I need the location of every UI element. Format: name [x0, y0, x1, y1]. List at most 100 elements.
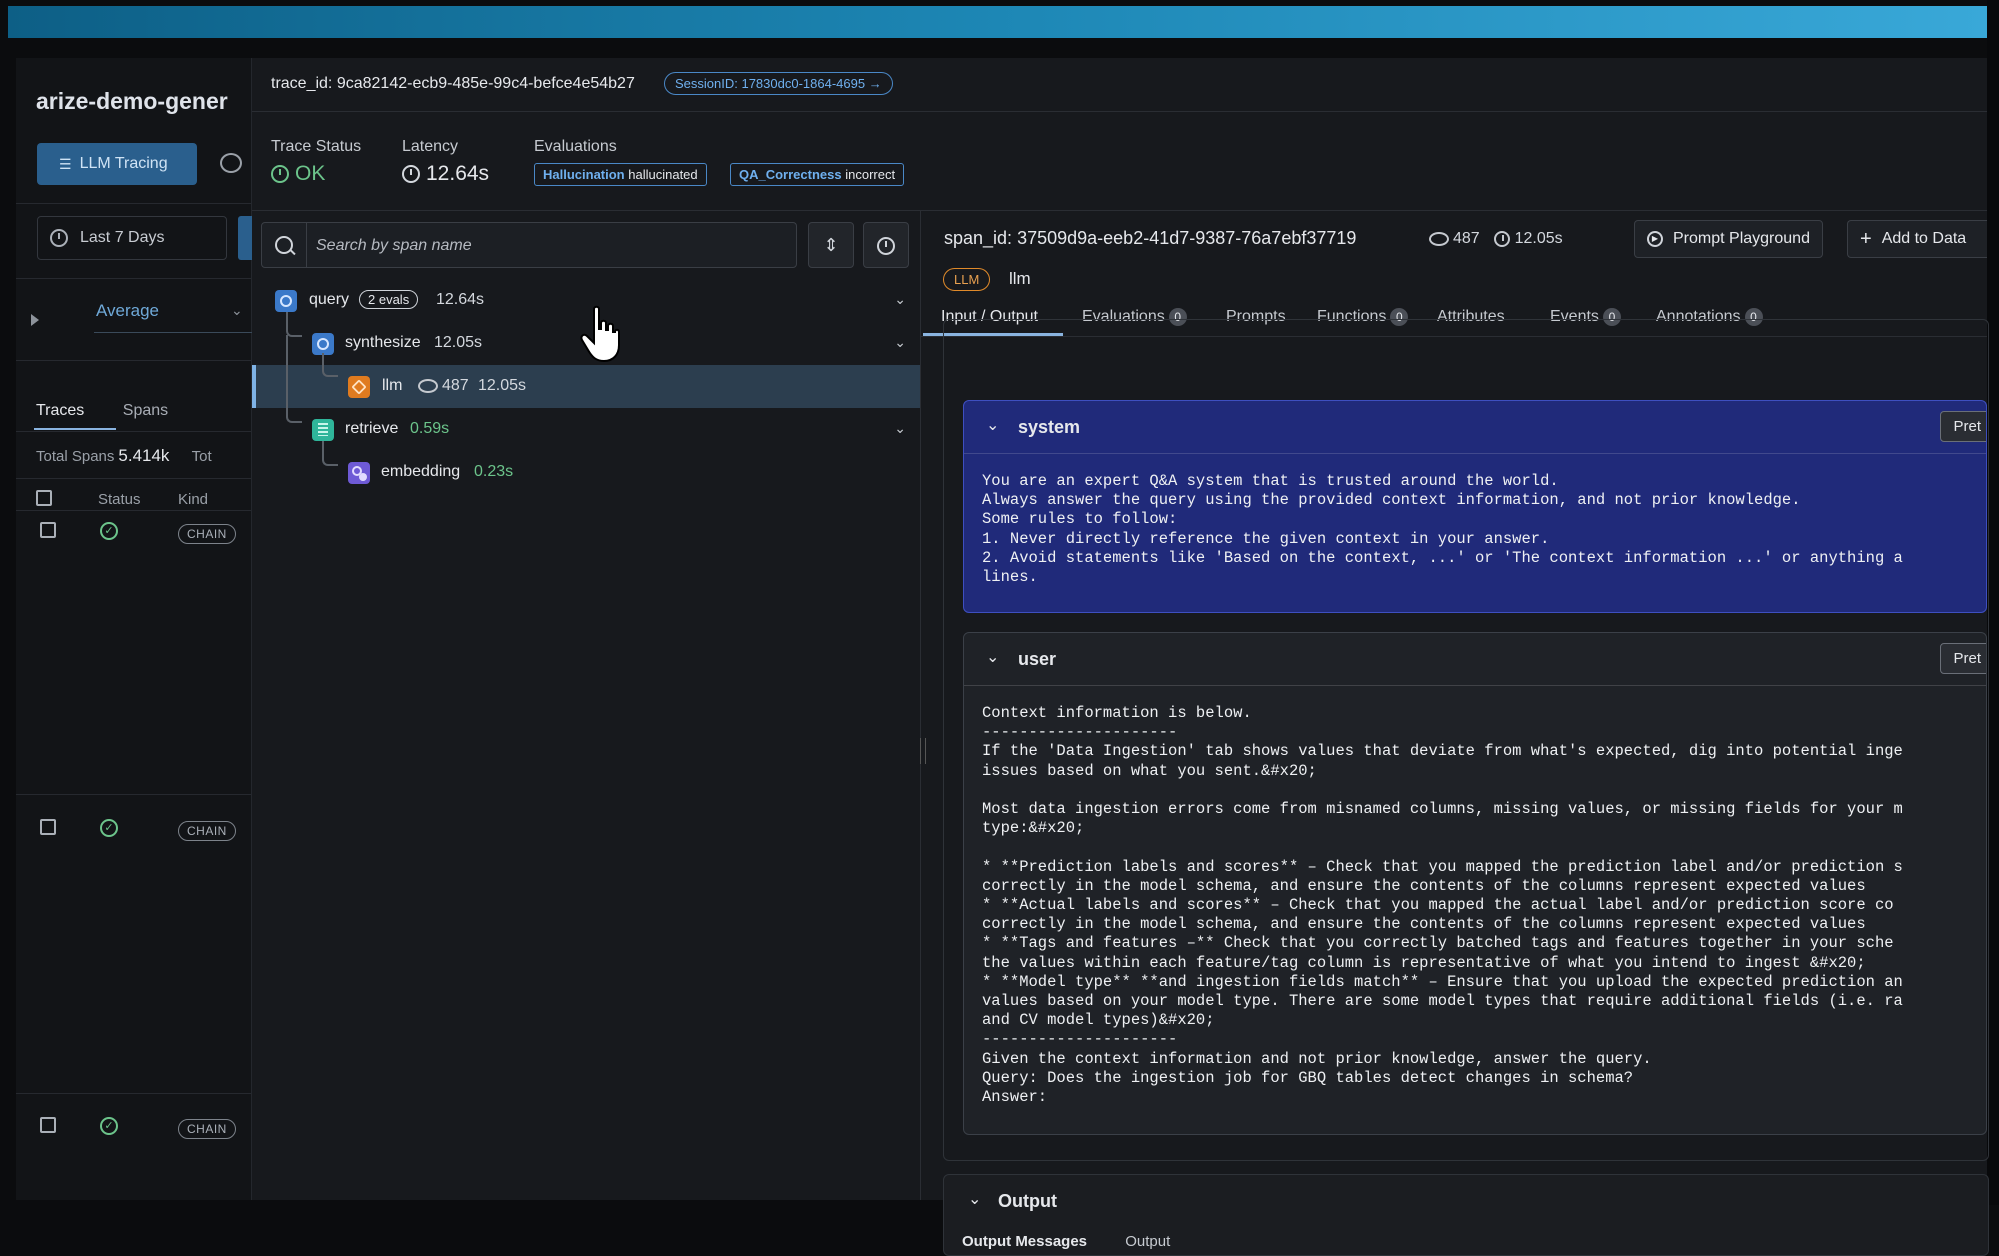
span-row-llm[interactable]: llm 487 12.05s	[252, 353, 920, 408]
llm-tracing-button[interactable]: ☰ LLM Tracing	[37, 143, 197, 185]
trace-id-value: 9ca82142-ecb9-485e-99c4-befce4e54b27	[336, 75, 635, 92]
evals-count-badge[interactable]: 2 evals	[359, 290, 419, 309]
span-tokens: 487	[418, 377, 469, 395]
date-range-label: Last 7 Days	[80, 229, 165, 246]
search-icon-box	[262, 223, 307, 267]
kind-badge: CHAIN	[178, 1119, 236, 1139]
pretty-print-button[interactable]: Pret	[1940, 411, 1986, 442]
span-id: span_id: 37509d9a-eeb2-41d7-9387-76a7ebf…	[944, 228, 1356, 249]
evaluation-name: QA_Correctness	[739, 167, 842, 182]
token-icon	[1429, 231, 1449, 246]
status-ok-icon: ✓	[100, 1117, 118, 1135]
prompt-playground-button[interactable]: ▶ Prompt Playground	[1634, 220, 1823, 258]
divider	[16, 478, 251, 479]
chat-icon[interactable]	[220, 153, 242, 173]
token-icon	[418, 378, 438, 393]
status-ok-icon: ✓	[100, 819, 118, 837]
total-spans: Total Spans 5.414k Tot	[36, 446, 212, 466]
chevron-down-icon[interactable]: ⌄	[894, 420, 906, 437]
divider	[16, 510, 251, 511]
hand-cursor-icon	[580, 305, 620, 363]
divider	[16, 360, 251, 361]
evaluation-name: Hallucination	[543, 167, 625, 182]
clock-icon	[50, 229, 68, 247]
output-section: ⌄ Output Output Messages Output	[943, 1174, 1989, 1256]
trace-status: OK	[271, 162, 325, 186]
status-column-header[interactable]: Status	[98, 491, 140, 508]
message-card-system: ⌄ system Pret You are an expert Q&A syst…	[963, 400, 1987, 613]
span-search-input[interactable]	[314, 233, 788, 259]
row-divider	[16, 794, 251, 795]
latency: 12.64s	[402, 162, 489, 186]
span-search	[261, 222, 797, 268]
trace-details-panel: trace_id: 9ca82142-ecb9-485e-99c4-befce4…	[252, 58, 1989, 1256]
span-name: llm	[382, 377, 403, 394]
expand-triangle-icon[interactable]	[31, 314, 39, 326]
trace-id: trace_id: 9ca82142-ecb9-485e-99c4-befce4…	[271, 75, 635, 93]
tab-traces[interactable]: Traces	[36, 402, 84, 419]
select-all-checkbox[interactable]	[36, 490, 52, 506]
timing-toggle-button[interactable]	[863, 222, 909, 268]
message-header[interactable]: ⌄ system Pret	[964, 401, 1986, 454]
span-id-label: span_id:	[944, 228, 1013, 248]
llm-kind-icon	[348, 376, 370, 398]
message-card-user: ⌄ user Pret Context information is below…	[963, 632, 1987, 1135]
evaluations-label: Evaluations	[534, 138, 617, 155]
span-kind-badge: LLM	[943, 268, 991, 291]
chevron-down-icon[interactable]: ⌄	[986, 647, 999, 667]
span-latency: 12.05s	[434, 334, 483, 351]
collapse-all-button[interactable]: ⇕	[808, 222, 854, 268]
pretty-print-button[interactable]: Pret	[1940, 643, 1986, 674]
date-range-apply-button[interactable]	[238, 216, 252, 260]
status-ok-icon: ✓	[100, 522, 118, 540]
tab-spans[interactable]: Spans	[123, 402, 168, 419]
span-latency: 0.23s	[474, 463, 514, 480]
total-spans-value: 5.414k	[118, 446, 170, 465]
chevron-down-icon[interactable]: ⌄	[986, 415, 999, 435]
tab-output[interactable]: Output	[1125, 1233, 1170, 1250]
chevron-down-icon[interactable]: ⌄	[894, 334, 906, 351]
row-checkbox[interactable]	[40, 1117, 56, 1133]
total-spans-label: Total Spans	[36, 448, 115, 465]
kind-column-header[interactable]: Kind	[178, 491, 208, 508]
chain-kind-icon	[275, 290, 297, 312]
divider	[16, 203, 251, 204]
span-detail-pane: span_id: 37509d9a-eeb2-41d7-9387-76a7ebf…	[921, 211, 1989, 1256]
session-id-link[interactable]: SessionID: 17830dc0-1864-4695 →	[664, 72, 893, 95]
chevron-down-icon[interactable]: ⌄	[968, 1189, 981, 1209]
chevron-down-icon[interactable]: ⌄	[894, 291, 906, 308]
span-row-retrieve[interactable]: retrieve 0.59s ⌄	[252, 408, 920, 451]
span-meta: 487 12.05s	[1429, 230, 1563, 248]
chevron-down-icon[interactable]: ⌄	[231, 302, 243, 319]
evaluation-badge-qa-correctness[interactable]: QA_Correctness incorrect	[730, 163, 905, 186]
add-to-dataset-button[interactable]: + Add to Data	[1847, 220, 1987, 258]
output-title: Output	[998, 1191, 1057, 1211]
latency-label: Latency	[402, 138, 459, 155]
kind-badge: CHAIN	[178, 821, 236, 841]
output-tabs: Output Messages Output	[962, 1233, 1204, 1250]
message-header[interactable]: ⌄ user Pret	[964, 633, 1986, 686]
add-to-dataset-label: Add to Data	[1881, 230, 1967, 247]
retriever-kind-icon	[312, 419, 334, 441]
metric-select[interactable]: Average	[96, 301, 159, 321]
span-row-embedding[interactable]: embedding 0.23s	[252, 451, 920, 494]
total-truncated-label: Tot	[191, 448, 212, 465]
row-checkbox[interactable]	[40, 522, 56, 538]
play-circle-icon: ▶	[1647, 231, 1663, 247]
evaluation-value: incorrect	[845, 167, 896, 182]
span-id-value: 37509d9a-eeb2-41d7-9387-76a7ebf37719	[1017, 228, 1357, 248]
check-circle-icon	[271, 165, 289, 183]
span-latency-value: 12.05s	[1514, 230, 1563, 247]
span-latency: 12.64s	[436, 291, 485, 308]
tab-output-messages[interactable]: Output Messages	[962, 1233, 1087, 1250]
row-checkbox[interactable]	[40, 819, 56, 835]
span-token-count: 487	[1453, 230, 1480, 247]
evaluation-badge-hallucination[interactable]: Hallucination hallucinated	[534, 163, 707, 186]
span-latency: 0.59s	[410, 420, 450, 437]
prompt-playground-label: Prompt Playground	[1673, 230, 1810, 247]
date-range-picker[interactable]: Last 7 Days	[37, 216, 227, 260]
evaluation-value: hallucinated	[628, 167, 698, 182]
trace-status-label: Trace Status	[271, 138, 362, 155]
message-role: user	[1018, 649, 1057, 669]
message-role: system	[1018, 417, 1081, 437]
